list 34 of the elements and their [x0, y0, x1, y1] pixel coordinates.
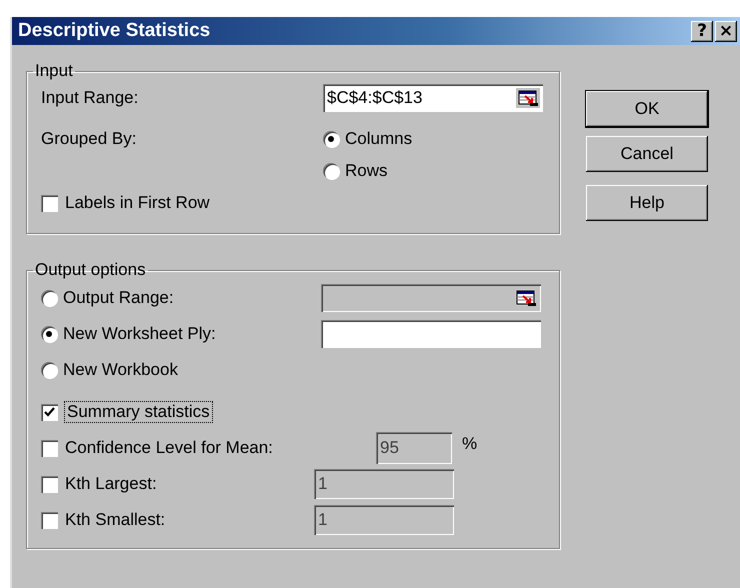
checkbox-label[interactable]: Summary statistics — [65, 402, 212, 422]
radio-button[interactable] — [323, 131, 339, 147]
checkbox[interactable] — [41, 440, 58, 456]
ok-button[interactable]: OK — [586, 91, 708, 127]
group-title: Input — [34, 61, 74, 81]
input-range-field[interactable]: $C$4:$C$13 — [323, 84, 543, 112]
checkbox-label[interactable]: Confidence Level for Mean: — [65, 438, 273, 458]
radio-button[interactable] — [41, 290, 57, 306]
radio-label[interactable]: Rows — [345, 161, 388, 181]
close-button[interactable]: × — [715, 20, 737, 42]
checkbox-label[interactable]: Kth Smallest: — [65, 510, 166, 530]
field-label: Grouped By: — [41, 129, 138, 149]
checkbox[interactable] — [41, 194, 58, 212]
radio-label[interactable]: New Workbook — [63, 360, 178, 380]
help-button[interactable]: ? — [691, 20, 713, 42]
radio-label[interactable]: New Worksheet Ply: — [63, 324, 216, 344]
checkbox[interactable] — [41, 404, 58, 420]
field-label: Input Range: — [41, 88, 140, 108]
radio-button[interactable] — [41, 362, 57, 378]
radio-button[interactable] — [323, 163, 339, 179]
radio-button[interactable] — [41, 326, 57, 342]
collapse-dialog-icon[interactable] — [516, 88, 540, 108]
checkbox[interactable] — [41, 512, 58, 528]
checkbox-label[interactable]: Kth Largest: — [65, 474, 157, 494]
help-button[interactable]: Help — [586, 185, 708, 221]
radio-label[interactable]: Output Range: — [63, 288, 174, 308]
unit-label: % — [462, 434, 478, 454]
window-title: Descriptive Statistics — [18, 20, 212, 42]
radio-label[interactable]: Columns — [345, 129, 412, 149]
checkbox-label[interactable]: Labels in First Row — [65, 193, 210, 213]
range-field[interactable] — [321, 320, 541, 348]
checkbox[interactable] — [41, 476, 58, 492]
group-title: Output options — [34, 260, 147, 280]
cancel-button[interactable]: Cancel — [586, 136, 708, 172]
